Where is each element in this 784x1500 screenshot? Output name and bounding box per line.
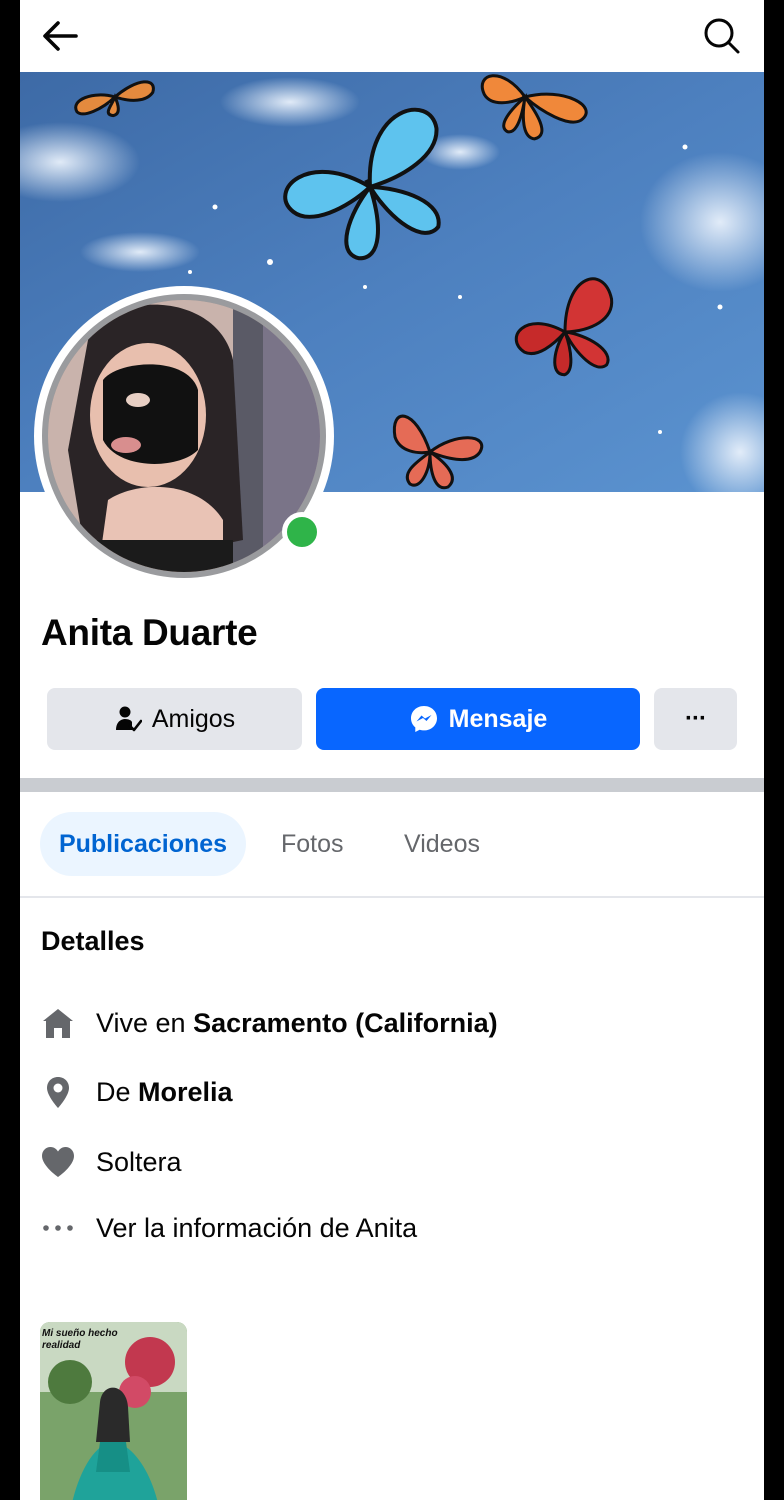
message-button[interactable]: Mensaje bbox=[316, 688, 640, 750]
detail-relationship: Soltera bbox=[40, 1142, 182, 1182]
section-divider bbox=[20, 778, 764, 792]
back-button[interactable] bbox=[38, 14, 82, 58]
tab-publicaciones[interactable]: Publicaciones bbox=[40, 812, 246, 876]
tabs-divider bbox=[20, 896, 764, 898]
from-value: Morelia bbox=[138, 1076, 233, 1107]
ellipsis-icon: ··· bbox=[685, 705, 707, 732]
avatar-image bbox=[48, 300, 320, 572]
from-prefix: De bbox=[96, 1076, 139, 1107]
lives-in-prefix: Vive en bbox=[96, 1007, 194, 1038]
tab-fotos[interactable]: Fotos bbox=[281, 812, 344, 876]
arrow-left-icon bbox=[43, 21, 78, 51]
lives-in-value: Sacramento (California) bbox=[193, 1007, 498, 1038]
detail-from: De Morelia bbox=[40, 1072, 233, 1112]
relationship-status: Soltera bbox=[96, 1146, 182, 1177]
top-bar bbox=[20, 0, 764, 72]
detail-lives-in: Vive en Sacramento (California) bbox=[40, 1003, 498, 1043]
friends-label: Amigos bbox=[151, 704, 236, 733]
see-about-info-label: Ver la información de Anita bbox=[96, 1212, 418, 1243]
search-icon bbox=[704, 18, 740, 54]
person-check-icon bbox=[114, 705, 142, 733]
friends-button[interactable]: Amigos bbox=[47, 688, 302, 750]
profile-name: Anita Duarte bbox=[41, 612, 258, 653]
profile-picture[interactable] bbox=[34, 286, 334, 586]
messenger-icon bbox=[409, 704, 439, 734]
online-status-dot bbox=[282, 512, 322, 552]
location-pin-icon bbox=[40, 1074, 76, 1110]
heart-icon bbox=[40, 1144, 76, 1180]
message-label: Mensaje bbox=[448, 704, 548, 733]
post-caption: Mi sueño hecho realidad bbox=[42, 1328, 118, 1351]
profile-tabs: Publicaciones Fotos Videos bbox=[20, 812, 764, 878]
profile-screen: Anita Duarte Amigos Mensaje ··· Publicac… bbox=[20, 0, 764, 1500]
home-icon bbox=[40, 1005, 76, 1041]
details-title: Detalles bbox=[41, 926, 145, 956]
more-options-button[interactable]: ··· bbox=[654, 688, 737, 750]
search-button[interactable] bbox=[700, 14, 744, 58]
dots-icon bbox=[40, 1210, 76, 1246]
post-thumbnail[interactable]: Mi sueño hecho realidad bbox=[40, 1322, 187, 1500]
see-about-info-link[interactable]: Ver la información de Anita bbox=[40, 1208, 417, 1248]
tab-videos[interactable]: Videos bbox=[404, 812, 480, 876]
